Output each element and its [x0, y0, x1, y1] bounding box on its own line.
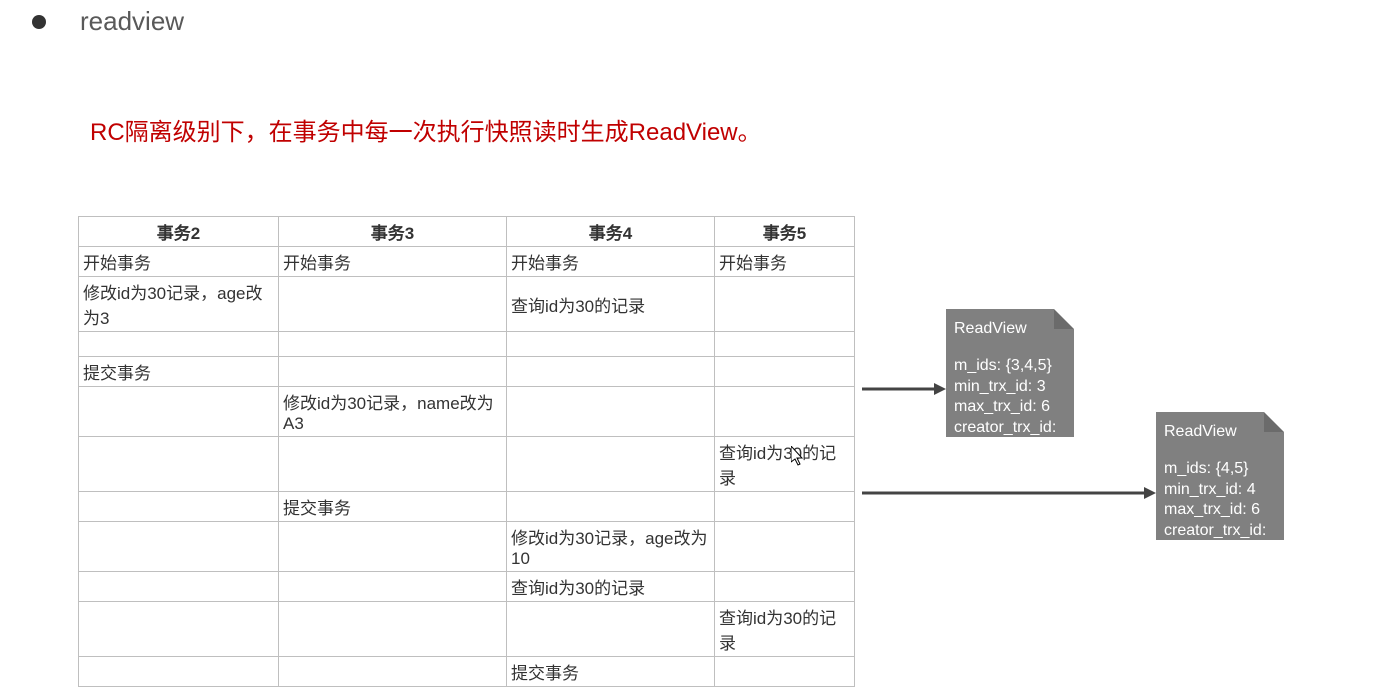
table-cell [507, 492, 715, 522]
table-cell [507, 387, 715, 437]
table-cell: 修改id为30记录，age改为10 [507, 522, 715, 572]
arrow-icon [862, 483, 1156, 503]
table-cell [279, 657, 507, 687]
table-cell [715, 332, 855, 357]
note1-min: min_trx_id: 3 [954, 377, 1064, 398]
folded-corner-icon [1264, 412, 1284, 432]
table-cell: 修改id为30记录，age改为3 [79, 277, 279, 332]
readview-note-1: ReadView m_ids: {3,4,5} min_trx_id: 3 ma… [946, 309, 1074, 437]
table-cell [79, 332, 279, 357]
table-cell [79, 387, 279, 437]
table-cell [279, 437, 507, 492]
table-cell [79, 602, 279, 657]
note1-mids: m_ids: {3,4,5} [954, 356, 1064, 377]
table-cell [79, 492, 279, 522]
readview-note-2: ReadView m_ids: {4,5} min_trx_id: 4 max_… [1156, 412, 1284, 540]
table-cell [507, 602, 715, 657]
header-tx4: 事务4 [507, 217, 715, 247]
slide-title: readview [80, 6, 184, 37]
table-cell [279, 277, 507, 332]
header-tx5: 事务5 [715, 217, 855, 247]
table-cell: 提交事务 [507, 657, 715, 687]
table-cell [715, 277, 855, 332]
table-cell: 查询id为30的记录 [507, 277, 715, 332]
subtitle-text: RC隔离级别下，在事务中每一次执行快照读时生成ReadView。 [90, 112, 762, 147]
slide-title-row: readview [32, 6, 184, 37]
table-row: 修改id为30记录，age改为10 [79, 522, 855, 572]
note1-title: ReadView [954, 319, 1064, 340]
table-cell [279, 602, 507, 657]
table-row: 查询id为30的记录 [79, 437, 855, 492]
folded-corner-icon [1054, 309, 1074, 329]
table-row: 修改id为30记录，name改为A3 [79, 387, 855, 437]
header-tx3: 事务3 [279, 217, 507, 247]
table-row: 查询id为30的记录 [79, 572, 855, 602]
table-cell [279, 572, 507, 602]
table-row: 修改id为30记录，age改为3 查询id为30的记录 [79, 277, 855, 332]
table-cell [507, 357, 715, 387]
table-cell: 开始事务 [79, 247, 279, 277]
table-cell [79, 657, 279, 687]
table-cell: 查询id为30的记录 [715, 437, 855, 492]
table-cell: 开始事务 [507, 247, 715, 277]
transaction-table-wrap: 事务2 事务3 事务4 事务5 开始事务开始事务开始事务开始事务修改id为30记… [78, 216, 855, 687]
table-row: 开始事务开始事务开始事务开始事务 [79, 247, 855, 277]
table-cell: 提交事务 [79, 357, 279, 387]
table-row: 提交事务 [79, 492, 855, 522]
table-row: 提交事务 [79, 357, 855, 387]
note1-creator: creator_trx_id: 5 [954, 418, 1064, 460]
table-cell: 查询id为30的记录 [715, 602, 855, 657]
table-cell [79, 522, 279, 572]
table-cell [715, 657, 855, 687]
table-cell [715, 357, 855, 387]
note2-creator: creator_trx_id: 5 [1164, 521, 1274, 563]
table-row: 提交事务 [79, 657, 855, 687]
header-tx2: 事务2 [79, 217, 279, 247]
table-cell [715, 492, 855, 522]
table-cell [715, 522, 855, 572]
table-cell: 开始事务 [715, 247, 855, 277]
note2-mids: m_ids: {4,5} [1164, 459, 1274, 480]
bullet-icon [32, 15, 46, 29]
table-cell [507, 437, 715, 492]
table-cell: 修改id为30记录，name改为A3 [279, 387, 507, 437]
arrow-icon [862, 379, 946, 399]
note2-min: min_trx_id: 4 [1164, 480, 1274, 501]
table-cell: 开始事务 [279, 247, 507, 277]
table-cell: 查询id为30的记录 [507, 572, 715, 602]
table-cell [715, 572, 855, 602]
table-cell [507, 332, 715, 357]
table-cell [279, 522, 507, 572]
table-header-row: 事务2 事务3 事务4 事务5 [79, 217, 855, 247]
table-cell [79, 572, 279, 602]
note2-title: ReadView [1164, 422, 1274, 443]
table-cell [279, 357, 507, 387]
note1-max: max_trx_id: 6 [954, 397, 1064, 418]
note2-max: max_trx_id: 6 [1164, 500, 1274, 521]
cursor-icon [791, 446, 805, 466]
table-cell: 提交事务 [279, 492, 507, 522]
table-cell [715, 387, 855, 437]
table-row: 查询id为30的记录 [79, 602, 855, 657]
table-row [79, 332, 855, 357]
transaction-table: 事务2 事务3 事务4 事务5 开始事务开始事务开始事务开始事务修改id为30记… [78, 216, 855, 687]
table-cell [79, 437, 279, 492]
table-cell [279, 332, 507, 357]
